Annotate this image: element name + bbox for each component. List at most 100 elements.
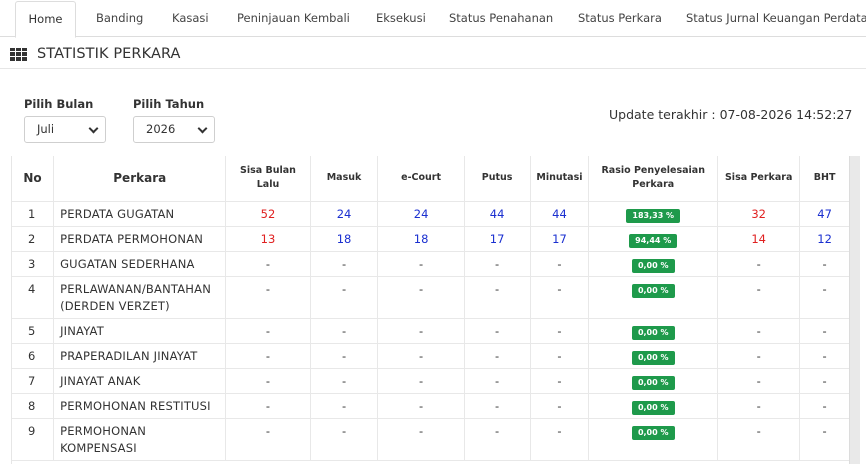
cell-perkara: PERLAWANAN/BANTAHAN (DERDEN VERZET) (53, 276, 227, 319)
cell-rasio: 0,00 % (588, 276, 719, 319)
statistik-table-container: No Perkara Sisa Bulan Lalu Masuk e-Court… (11, 156, 850, 464)
cell-perkara: JINAYAT ANAK (53, 368, 227, 394)
section-header: STATISTIK PERKARA (10, 42, 181, 66)
cell-rasio: 0,00 % (588, 251, 719, 277)
cell-perkara: PERMOHONAN KOMPENSASI (53, 418, 227, 461)
grid-icon (10, 47, 27, 61)
table-row: 1 PERDATA GUGATAN 52 24 24 44 44 183,33 … (12, 201, 850, 227)
cell-sisa-perkara: - (717, 368, 801, 394)
cell-bht: - (799, 343, 850, 369)
tab-peninjauan-kembali[interactable]: Peninjauan Kembali (237, 0, 350, 37)
cell-masuk: - (310, 418, 379, 461)
tahun-select[interactable]: 2026 (133, 116, 215, 143)
tab-kasasi[interactable]: Kasasi (172, 0, 209, 37)
cell-ecourt: - (377, 368, 465, 394)
cell-bht: - (799, 251, 850, 277)
cell-perkara: PERDATA PERMOHONAN (53, 226, 227, 252)
cell-putus: 17 (464, 226, 531, 252)
cell-rasio: 0,00 % (588, 393, 719, 419)
cell-masuk: - (310, 368, 379, 394)
cell-ecourt: - (377, 276, 465, 319)
cell-putus: 44 (464, 201, 531, 227)
table-row: 9 PERMOHONAN KOMPENSASI - - - - - 0,00 %… (12, 418, 850, 461)
col-header-bht: BHT (799, 156, 850, 202)
divider (0, 68, 866, 69)
cell-bht: - (799, 276, 850, 319)
cell-sisa-perkara: - (717, 276, 801, 319)
cell-sisa-perkara: 14 (717, 226, 801, 252)
cell-rasio: 0,00 % (588, 418, 719, 461)
cell-sisa-perkara: 32 (717, 201, 801, 227)
cell-putus: - (464, 276, 531, 319)
cell-minutasi: - (530, 343, 590, 369)
cell-minutasi: - (530, 251, 590, 277)
cell-masuk: - (310, 343, 379, 369)
cell-sisa-bulan-lalu: - (225, 418, 311, 461)
cell-putus: - (464, 251, 531, 277)
cell-ecourt: 18 (377, 226, 465, 252)
cell-bht: - (799, 368, 850, 394)
rasio-badge: 0,00 % (631, 425, 675, 440)
cell-no: 7 (12, 368, 55, 394)
cell-rasio: 183,33 % (588, 201, 719, 227)
cell-bht: - (799, 318, 850, 344)
cell-perkara: JINAYAT (53, 318, 227, 344)
col-header-minutasi: Minutasi (530, 156, 590, 202)
cell-bht: 47 (799, 201, 850, 227)
cell-bht: 12 (799, 226, 850, 252)
cell-perkara: PERDATA GUGATAN (53, 201, 227, 227)
cell-bht: - (799, 393, 850, 419)
cell-rasio: 0,00 % (588, 368, 719, 394)
cell-putus: - (464, 368, 531, 394)
cell-masuk: 24 (310, 201, 379, 227)
cell-no: 2 (12, 226, 55, 252)
rasio-badge: 0,00 % (631, 375, 675, 390)
bulan-label: Pilih Bulan (24, 97, 94, 111)
table-row: 8 PERMOHONAN RESTITUSI - - - - - 0,00 % … (12, 393, 850, 419)
table-row: 6 PRAPERADILAN JINAYAT - - - - - 0,00 % … (12, 343, 850, 369)
cell-perkara: PERMOHONAN RESTITUSI (53, 393, 227, 419)
section-title: STATISTIK PERKARA (37, 46, 181, 62)
cell-perkara: GUGATAN SEDERHANA (53, 251, 227, 277)
tab-status-perkara[interactable]: Status Perkara (578, 0, 662, 37)
nav-tabs: Home Banding Kasasi Peninjauan Kembali E… (0, 0, 866, 38)
cell-putus: - (464, 318, 531, 344)
rasio-badge: 0,00 % (631, 258, 675, 273)
cell-minutasi: 44 (530, 201, 590, 227)
cell-ecourt: - (377, 393, 465, 419)
cell-rasio: 0,00 % (588, 318, 719, 344)
cell-sisa-bulan-lalu: - (225, 318, 311, 344)
cell-minutasi: - (530, 318, 590, 344)
table-scrollbar[interactable] (849, 156, 860, 464)
tab-eksekusi[interactable]: Eksekusi (376, 0, 426, 37)
cell-no: 5 (12, 318, 55, 344)
cell-masuk: - (310, 251, 379, 277)
table-row: 5 JINAYAT - - - - - 0,00 % - - (12, 318, 850, 344)
col-header-putus: Putus (464, 156, 531, 202)
cell-minutasi: - (530, 418, 590, 461)
cell-no: 4 (12, 276, 55, 319)
cell-sisa-bulan-lalu: - (225, 276, 311, 319)
chevron-down-icon (197, 123, 208, 134)
tahun-label: Pilih Tahun (133, 97, 205, 111)
cell-masuk: - (310, 393, 379, 419)
cell-sisa-bulan-lalu: - (225, 368, 311, 394)
tab-home[interactable]: Home (15, 1, 76, 38)
cell-ecourt: - (377, 418, 465, 461)
cell-minutasi: 17 (530, 226, 590, 252)
tab-banding[interactable]: Banding (96, 0, 143, 37)
cell-minutasi: - (530, 368, 590, 394)
table-row: 3 GUGATAN SEDERHANA - - - - - 0,00 % - - (12, 251, 850, 277)
col-header-sisa-perkara: Sisa Perkara (717, 156, 801, 202)
chevron-down-icon (88, 123, 99, 134)
tab-status-jurnal-keuangan-perdata[interactable]: Status Jurnal Keuangan Perdata (686, 0, 866, 37)
cell-sisa-perkara: - (717, 343, 801, 369)
cell-sisa-bulan-lalu: 13 (225, 226, 311, 252)
cell-ecourt: - (377, 318, 465, 344)
tab-status-penahanan[interactable]: Status Penahanan (449, 0, 553, 37)
bulan-select[interactable]: Juli (24, 116, 106, 143)
rasio-badge: 0,00 % (631, 350, 675, 365)
cell-sisa-bulan-lalu: - (225, 251, 311, 277)
table-header-row: No Perkara Sisa Bulan Lalu Masuk e-Court… (12, 156, 850, 202)
bulan-value: Juli (37, 122, 55, 136)
